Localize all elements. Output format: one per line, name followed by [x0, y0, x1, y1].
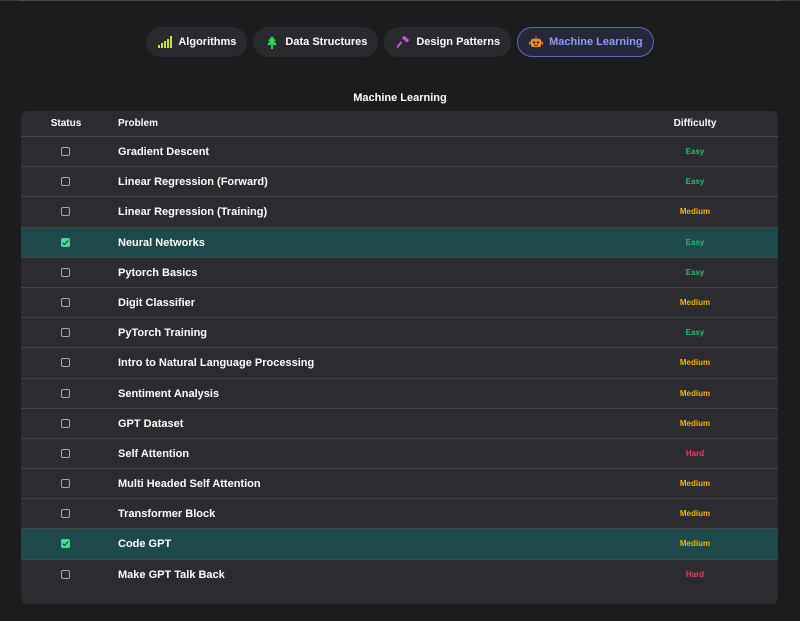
status-checkbox[interactable] [61, 237, 70, 247]
tab-algorithms[interactable]: Algorithms [146, 27, 248, 57]
difficulty-badge: Medium [679, 358, 711, 368]
difficulty-badge: Easy [685, 147, 705, 156]
problem-name[interactable]: Intro to Natural Language Processing [118, 357, 314, 369]
category-tabs: Algorithms Data Structures Design Patter… [0, 27, 800, 57]
status-checkbox[interactable] [61, 418, 70, 428]
table-row[interactable]: PyTorch Training Easy [21, 318, 778, 349]
tab-label: Algorithms [178, 36, 237, 48]
tab-label: Machine Learning [549, 36, 643, 48]
table-body: Gradient Descent Easy Linear Regression (F… [21, 137, 778, 590]
tab-design-patterns[interactable]: Design Patterns [384, 27, 512, 57]
difficulty-badge: Easy [685, 237, 705, 247]
problems-table: Status Problem Difficulty Gradient Desce… [21, 111, 778, 604]
table-row[interactable]: Multi Headed Self Attention Medium [21, 469, 778, 500]
header-status: Status [50, 118, 82, 129]
tab-label: Data Structures [285, 36, 368, 48]
problem-name[interactable]: Make GPT Talk Back [118, 569, 225, 581]
status-checkbox[interactable] [61, 569, 70, 579]
signal-bars-icon [158, 35, 173, 49]
table-row[interactable]: Linear Regression (Training) Medium [21, 197, 778, 228]
difficulty-badge: Medium [679, 207, 711, 217]
problem-name[interactable]: Code GPT [118, 538, 171, 550]
table-row[interactable]: Sentiment Analysis Medium [21, 379, 778, 409]
difficulty-badge: Easy [685, 177, 705, 187]
table-row[interactable]: Digit Classifier Medium [21, 288, 778, 319]
status-checkbox[interactable] [61, 147, 70, 156]
table-row[interactable]: Gradient Descent Easy [21, 137, 778, 168]
status-checkbox[interactable] [61, 388, 70, 398]
problem-name[interactable]: Linear Regression (Forward) [118, 176, 268, 188]
problem-name[interactable]: Gradient Descent [118, 146, 209, 158]
status-checkbox[interactable] [61, 207, 70, 217]
status-checkbox[interactable] [61, 539, 70, 549]
difficulty-badge: Medium [679, 479, 711, 489]
difficulty-badge: Medium [679, 418, 711, 428]
table-row[interactable]: Self Attention Hard [21, 439, 778, 470]
table-row[interactable]: Linear Regression (Forward) Easy [21, 167, 778, 198]
difficulty-badge: Medium [679, 297, 711, 307]
status-checkbox[interactable] [61, 509, 70, 519]
header-problem: Problem [118, 118, 159, 129]
header-difficulty: Difficulty [673, 118, 717, 129]
problem-name[interactable]: Sentiment Analysis [118, 388, 219, 400]
difficulty-badge: Hard [685, 448, 705, 458]
problem-name[interactable]: Multi Headed Self Attention [118, 478, 261, 490]
table-row[interactable]: Intro to Natural Language Processing Medi… [21, 348, 778, 379]
table-row[interactable]: Neural Networks Easy [21, 227, 778, 258]
table-header: Status Problem Difficulty [21, 111, 778, 137]
problem-name[interactable]: Neural Networks [118, 237, 205, 249]
problem-name[interactable]: GPT Dataset [118, 418, 183, 430]
difficulty-badge: Medium [679, 388, 711, 398]
difficulty-badge: Medium [679, 509, 711, 519]
tab-data-structures[interactable]: Data Structures [253, 27, 379, 57]
problem-name[interactable]: Linear Regression (Training) [118, 206, 267, 218]
top-divider [0, 0, 800, 1]
status-checkbox[interactable] [61, 328, 70, 338]
difficulty-badge: Medium [679, 539, 711, 549]
problem-name[interactable]: Transformer Block [118, 508, 215, 520]
table-row[interactable]: Pytorch Basics Easy [21, 258, 778, 288]
status-checkbox[interactable] [61, 177, 70, 187]
status-checkbox[interactable] [61, 267, 70, 277]
problem-name[interactable]: Pytorch Basics [118, 267, 197, 279]
difficulty-badge: Hard [685, 569, 705, 579]
tab-machine-learning[interactable]: Machine Learning [517, 27, 654, 57]
table-row[interactable]: Code GPT Medium [21, 529, 778, 560]
problem-name[interactable]: PyTorch Training [118, 327, 207, 339]
problem-name[interactable]: Digit Classifier [118, 297, 195, 309]
status-checkbox[interactable] [61, 448, 70, 458]
status-checkbox[interactable] [61, 297, 70, 307]
tree-icon [265, 35, 279, 49]
robot-icon [529, 35, 544, 49]
problem-name[interactable]: Self Attention [118, 448, 189, 460]
section-title: Machine Learning [353, 92, 447, 104]
hammer-icon [396, 35, 410, 49]
table-row[interactable]: Transformer Block Medium [21, 499, 778, 530]
difficulty-badge: Easy [685, 328, 705, 338]
tab-label: Design Patterns [416, 36, 501, 48]
table-row[interactable]: GPT Dataset Medium [21, 409, 778, 439]
difficulty-badge: Easy [685, 267, 705, 277]
status-checkbox[interactable] [61, 479, 70, 489]
status-checkbox[interactable] [61, 358, 70, 368]
table-row[interactable]: Make GPT Talk Back Hard [21, 560, 778, 590]
